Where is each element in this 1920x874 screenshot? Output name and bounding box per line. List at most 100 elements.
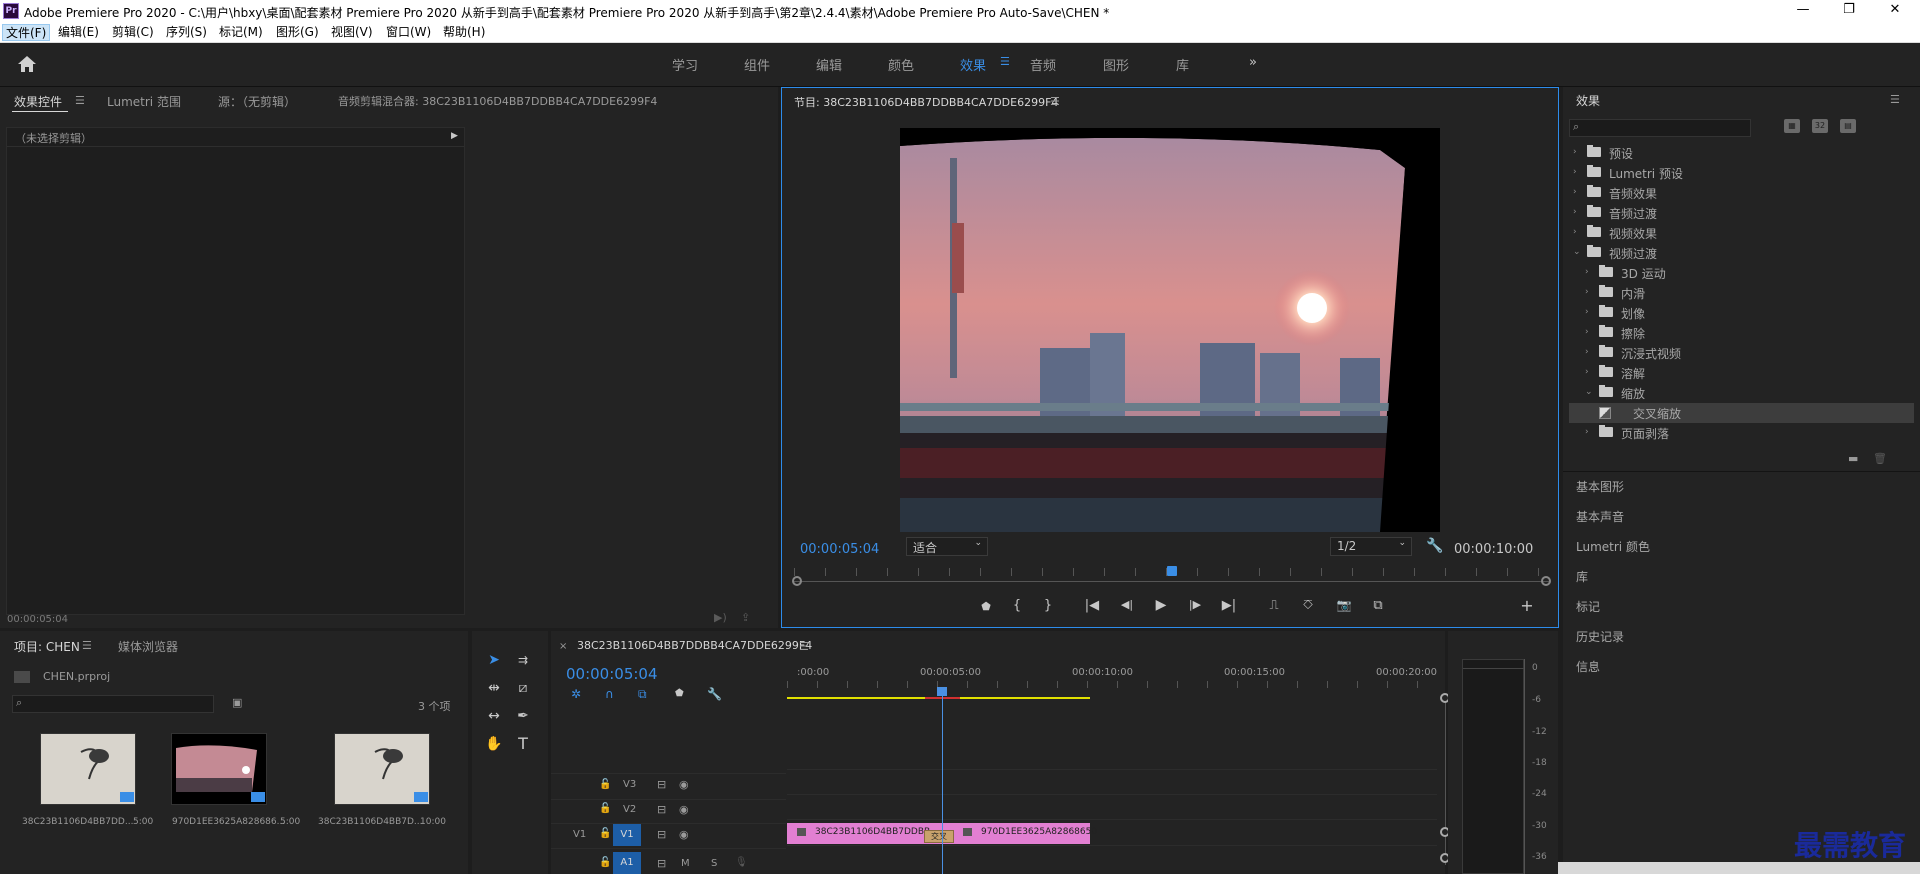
workspace-learn[interactable]: 学习	[672, 55, 698, 74]
timeline-sequence-area[interactable]: :00:00 00:00:05:00 00:00:10:00 00:00:15:…	[787, 657, 1450, 874]
fit-select[interactable]: 适合 ⌄	[906, 537, 988, 556]
section-info[interactable]: 信息	[1576, 658, 1600, 675]
effects-tree-item[interactable]: › 音频过渡	[1569, 203, 1914, 223]
nest-icon[interactable]: ✲	[571, 687, 581, 701]
chevron-right-icon[interactable]: ›	[1585, 287, 1589, 297]
hand-tool-icon[interactable]: ✋	[483, 733, 505, 755]
chevron-right-icon[interactable]: ›	[1585, 267, 1589, 277]
project-item-thumbnail[interactable]	[40, 733, 136, 805]
transition-cross-zoom[interactable]: 交叉	[924, 830, 954, 843]
effects-tree-item[interactable]: › 划像	[1569, 303, 1914, 323]
workspace-audio[interactable]: 音频	[1030, 55, 1056, 74]
menu-file[interactable]: 文件(F)	[2, 24, 51, 41]
play-icon[interactable]: ▶	[1151, 597, 1171, 613]
toggle-sync-icon[interactable]: ⊟	[657, 778, 666, 791]
home-icon[interactable]	[17, 55, 37, 73]
menu-clip[interactable]: 剪辑(C)	[109, 24, 157, 41]
add-marker-icon[interactable]: ⬟	[976, 600, 996, 613]
effects-tree-item[interactable]: › 音频效果	[1569, 183, 1914, 203]
extract-icon[interactable]: ⎏	[1298, 598, 1318, 613]
play-audio-icon[interactable]: ▶)	[714, 611, 727, 624]
effects-tree-item[interactable]: ⌄ 视频过渡	[1569, 243, 1914, 263]
chevron-right-icon[interactable]: ›	[1573, 167, 1577, 177]
lift-icon[interactable]: ⎍	[1264, 598, 1284, 613]
panel-menu-icon[interactable]: ☰	[799, 640, 809, 653]
minimize-button[interactable]: —	[1780, 0, 1826, 22]
workspace-graphics[interactable]: 图形	[1103, 55, 1129, 74]
comparison-view-icon[interactable]: ⧉	[1368, 598, 1388, 613]
snap-magnet-icon[interactable]: ∩	[605, 687, 614, 701]
chevron-right-icon[interactable]: ›	[1573, 207, 1577, 217]
eye-icon[interactable]: ◉	[679, 828, 689, 841]
project-item-thumbnail[interactable]	[334, 733, 430, 805]
go-to-in-icon[interactable]: |◀	[1082, 598, 1102, 613]
workspace-effects[interactable]: 效果	[960, 55, 986, 74]
menu-view[interactable]: 视图(V)	[328, 24, 376, 41]
effects-tree-item[interactable]: › 视频效果	[1569, 223, 1914, 243]
32bit-effects-icon[interactable]: 32	[1812, 119, 1828, 133]
maximize-button[interactable]: ❐	[1826, 0, 1872, 22]
export-icon[interactable]: ⇪	[741, 611, 750, 624]
pen-tool-icon[interactable]: ✒	[512, 705, 534, 727]
eye-icon[interactable]: ◉	[679, 803, 689, 816]
source-patch-v1[interactable]: V1	[573, 829, 586, 840]
expand-arrow-icon[interactable]: ▶	[451, 131, 458, 141]
toggle-sync-icon[interactable]: ⊟	[657, 828, 666, 841]
menu-window[interactable]: 窗口(W)	[383, 24, 434, 41]
effects-tree-item[interactable]: › 预设	[1569, 143, 1914, 163]
vertical-scrollbar[interactable]	[1445, 697, 1446, 865]
effects-search-input[interactable]: ⌕	[1569, 119, 1751, 137]
toggle-sync-icon[interactable]: ⊟	[657, 803, 666, 816]
voiceover-mic-icon[interactable]: 🎙	[735, 857, 748, 868]
toggle-sync-icon[interactable]: ⊟	[657, 857, 666, 870]
chevron-right-icon[interactable]: ›	[1585, 347, 1589, 357]
workspace-editing[interactable]: 编辑	[816, 55, 842, 74]
chevron-right-icon[interactable]: ›	[1585, 327, 1589, 337]
slip-tool-icon[interactable]: ↔	[483, 705, 505, 727]
new-search-bin-icon[interactable]: ▣	[232, 696, 242, 709]
add-button-icon[interactable]: +	[1517, 596, 1537, 615]
yuv-effects-icon[interactable]: ▤	[1840, 119, 1856, 133]
sequence-tab[interactable]: 38C23B1106D4BB7DDBB4CA7DDE6299F4	[577, 639, 812, 652]
effects-tree-item[interactable]: › 溶解	[1569, 363, 1914, 383]
ripple-edit-tool-icon[interactable]: ⇹	[483, 677, 505, 699]
clip-name[interactable]: 38C23B1106D4BB7DDBB	[815, 827, 930, 837]
tab-lumetri-scopes[interactable]: Lumetri 范围	[107, 93, 181, 110]
workspace-assembly[interactable]: 组件	[744, 55, 770, 74]
new-bin-icon[interactable]: ▬	[1848, 452, 1858, 465]
chevron-right-icon[interactable]: ›	[1573, 227, 1577, 237]
track-select-tool-icon[interactable]: ⇉	[512, 649, 534, 671]
mark-out-icon[interactable]: }	[1038, 598, 1058, 613]
go-to-out-icon[interactable]: ▶|	[1219, 598, 1239, 613]
resolution-select[interactable]: 1/2 ⌄	[1330, 537, 1412, 556]
section-essential-sound[interactable]: 基本声音	[1576, 508, 1624, 525]
section-markers[interactable]: 标记	[1576, 598, 1600, 615]
chevron-right-icon[interactable]: ›	[1585, 307, 1589, 317]
tab-media-browser[interactable]: 媒体浏览器	[118, 638, 178, 655]
linked-selection-icon[interactable]: ⧉	[638, 687, 647, 702]
out-handle[interactable]	[1541, 576, 1551, 586]
effects-tree-item[interactable]: › 页面剥落	[1569, 423, 1914, 443]
mute-button[interactable]: M	[681, 858, 690, 869]
add-marker-icon[interactable]: ⬟	[675, 688, 684, 699]
selection-tool-icon[interactable]: ➤	[483, 649, 505, 671]
step-back-icon[interactable]: ◀|	[1117, 598, 1137, 611]
menu-edit[interactable]: 编辑(E)	[55, 24, 102, 41]
razor-tool-icon[interactable]: ⧄	[512, 677, 534, 699]
project-search-input[interactable]: ⌕	[12, 695, 214, 713]
chevron-right-icon[interactable]: ›	[1585, 427, 1589, 437]
effects-tree-item[interactable]: 交叉缩放	[1569, 403, 1914, 423]
solo-button[interactable]: S	[711, 858, 717, 869]
effects-tree-item[interactable]: › Lumetri 预设	[1569, 163, 1914, 183]
menu-help[interactable]: 帮助(H)	[440, 24, 488, 41]
panel-menu-icon[interactable]: ☰	[1890, 93, 1900, 106]
chevron-down-icon[interactable]: ⌄	[1573, 247, 1581, 257]
program-playhead[interactable]	[1167, 566, 1177, 576]
menu-graphics[interactable]: 图形(G)	[273, 24, 322, 41]
project-item-thumbnail[interactable]	[171, 733, 267, 805]
panel-menu-icon[interactable]: ☰	[75, 94, 85, 107]
menu-marker[interactable]: 标记(M)	[216, 24, 266, 41]
tab-audio-clip-mixer[interactable]: 音频剪辑混合器: 38C23B1106D4BB7DDBB4CA7DDE6299F…	[338, 93, 657, 109]
eye-icon[interactable]: ◉	[679, 778, 689, 791]
timeline-playhead-head[interactable]	[937, 687, 947, 696]
